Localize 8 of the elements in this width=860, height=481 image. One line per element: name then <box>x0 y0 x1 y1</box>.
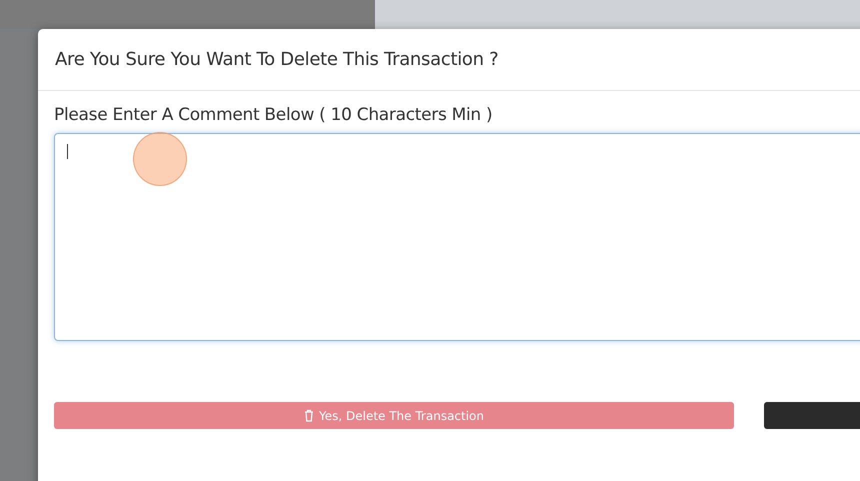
click-indicator <box>133 132 187 186</box>
delete-button[interactable]: Yes, Delete The Transaction <box>54 402 734 429</box>
comment-field[interactable] <box>54 133 860 341</box>
dialog-title: Are You Sure You Want To Delete This Transaction ? <box>55 49 498 70</box>
trash-icon <box>304 409 314 422</box>
text-cursor <box>67 144 68 159</box>
comment-label: Please Enter A Comment Below ( 10 Characters Min ) <box>54 105 492 125</box>
dark-button[interactable] <box>764 402 860 429</box>
